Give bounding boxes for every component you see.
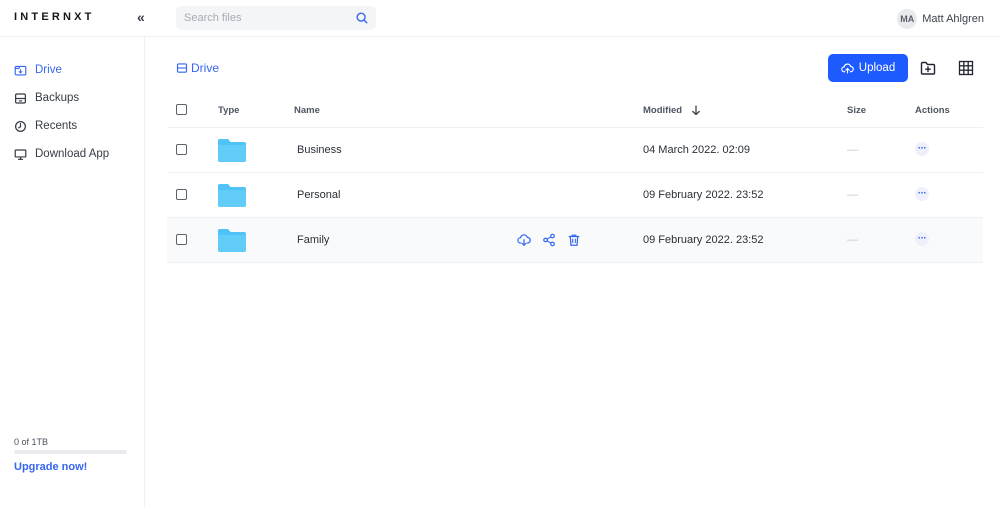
row-checkbox[interactable] <box>176 234 187 245</box>
search-icon[interactable] <box>355 11 369 25</box>
collapse-sidebar-button[interactable]: « <box>137 9 145 25</box>
column-header-modified[interactable]: Modified <box>643 105 682 116</box>
table-row[interactable]: Family 09 February 2022. 23:52 — ··· <box>167 218 983 263</box>
sidebar-item-label: Download App <box>35 148 110 160</box>
drive-icon <box>176 63 188 73</box>
file-name[interactable]: Personal <box>297 189 340 201</box>
sidebar-item-label: Drive <box>35 64 62 76</box>
trash-icon[interactable] <box>567 233 581 247</box>
more-actions-button[interactable]: ··· <box>915 142 929 156</box>
drive-icon <box>14 65 27 76</box>
share-icon[interactable] <box>542 233 556 247</box>
row-checkbox[interactable] <box>176 189 187 200</box>
breadcrumb[interactable]: Drive <box>176 61 219 75</box>
download-icon[interactable] <box>517 233 531 247</box>
table-header: Type Name Modified Size Actions <box>167 97 983 128</box>
sidebar-item-drive[interactable]: Drive <box>14 61 62 79</box>
folder-icon <box>218 139 246 162</box>
user-menu[interactable]: MA Matt Ahlgren <box>897 9 984 29</box>
file-size: — <box>847 234 858 246</box>
search-box[interactable] <box>176 6 376 30</box>
backups-icon <box>15 92 26 104</box>
file-size: — <box>847 144 858 156</box>
new-folder-icon <box>920 61 936 75</box>
select-all-checkbox[interactable] <box>176 104 187 115</box>
cloud-upload-icon <box>841 63 854 74</box>
search-input[interactable] <box>184 6 354 30</box>
breadcrumb-label[interactable]: Drive <box>191 61 219 75</box>
sidebar-item-backups[interactable]: Backups <box>14 89 79 107</box>
sidebar-item-label: Recents <box>35 120 78 132</box>
table-row[interactable]: Business 04 March 2022. 02:09 — ··· <box>167 128 983 173</box>
file-name[interactable]: Family <box>297 234 329 246</box>
app-logo: INTERNXT <box>14 11 95 23</box>
sidebar-item-recents[interactable]: Recents <box>14 117 77 135</box>
folder-icon <box>218 184 246 207</box>
sidebar-item-label: Backups <box>35 92 80 104</box>
sidebar-item-download-app[interactable]: Download App <box>14 145 109 163</box>
sidebar: Drive Backups Recents Download App 0 of … <box>0 37 145 508</box>
file-modified: 04 March 2022. 02:09 <box>643 144 751 156</box>
column-header-size[interactable]: Size <box>847 105 866 116</box>
file-name[interactable]: Business <box>297 144 342 156</box>
storage-usage-bar <box>14 450 127 454</box>
clock-icon <box>14 120 27 132</box>
upload-button[interactable]: Upload <box>828 54 908 82</box>
user-name[interactable]: Matt Ahlgren <box>922 13 984 25</box>
column-header-type[interactable]: Type <box>218 105 239 116</box>
file-size: — <box>847 189 858 201</box>
avatar[interactable]: MA <box>897 9 918 29</box>
sort-down-icon[interactable] <box>691 105 701 116</box>
more-actions-button[interactable]: ··· <box>915 232 929 246</box>
row-checkbox[interactable] <box>176 144 187 155</box>
more-actions-button[interactable]: ··· <box>915 187 929 201</box>
table-row[interactable]: Personal 09 February 2022. 23:52 — ··· <box>167 173 983 218</box>
upgrade-link[interactable]: Upgrade now! <box>14 461 87 473</box>
storage-usage-text: 0 of 1TB <box>14 437 49 447</box>
folder-icon <box>218 229 246 252</box>
desktop-icon <box>14 148 27 160</box>
new-folder-button[interactable] <box>918 58 938 78</box>
grid-view-button[interactable] <box>956 58 976 78</box>
file-modified: 09 February 2022. 23:52 <box>643 189 764 201</box>
column-header-actions: Actions <box>915 105 950 116</box>
column-header-name[interactable]: Name <box>294 105 320 116</box>
grid-icon <box>958 60 974 76</box>
upload-label: Upload <box>858 62 896 74</box>
top-bar: INTERNXT « MA Matt Ahlgren <box>0 0 1000 37</box>
file-modified: 09 February 2022. 23:52 <box>643 234 764 246</box>
